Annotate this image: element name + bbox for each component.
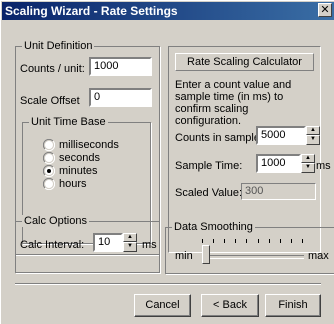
- counts-in-sample-spinner[interactable]: ▲ ▼: [306, 126, 320, 145]
- radio-milliseconds-label[interactable]: milliseconds: [59, 139, 119, 151]
- calc-interval-label: Calc Interval:: [20, 239, 85, 251]
- unit-time-base-legend: Unit Time Base: [29, 116, 108, 128]
- calc-interval-input[interactable]: 10: [93, 233, 123, 252]
- scale-offset-input[interactable]: 0: [89, 88, 152, 107]
- slider-tick: [224, 239, 225, 243]
- sample-time-input[interactable]: 1000: [256, 154, 301, 173]
- radio-hours-label[interactable]: hours: [59, 178, 87, 190]
- scaled-value: 300: [245, 185, 264, 197]
- counts-per-unit-input[interactable]: 1000: [89, 57, 152, 76]
- calculator-description: Enter a count value and sample time (in …: [175, 79, 292, 127]
- counts-in-sample-input[interactable]: 5000: [256, 126, 306, 145]
- radio-seconds-icon[interactable]: [42, 151, 56, 165]
- sample-time-label: Sample Time:: [175, 160, 243, 172]
- scale-offset-label: Scale Offset: [20, 95, 80, 107]
- slider-tick: [291, 239, 292, 243]
- unit-definition-legend: Unit Definition: [22, 40, 95, 52]
- radio-hours-icon[interactable]: [42, 177, 56, 191]
- spin-up-icon[interactable]: ▲: [306, 126, 320, 135]
- smoothing-min-label: min: [175, 250, 193, 262]
- radio-seconds-label[interactable]: seconds: [59, 152, 100, 164]
- slider-tick: [302, 239, 303, 243]
- slider-tick: [213, 239, 214, 243]
- slider-tick: [258, 239, 259, 243]
- smoothing-slider-track[interactable]: [202, 255, 304, 259]
- smoothing-max-label: max: [308, 250, 329, 262]
- slider-tick: [202, 239, 203, 243]
- back-button[interactable]: < Back: [201, 294, 259, 317]
- spin-up-icon[interactable]: ▲: [301, 154, 315, 163]
- finish-button[interactable]: Finish: [265, 294, 321, 317]
- button-separator: [15, 283, 321, 285]
- slider-tick: [235, 239, 236, 243]
- scaled-value-output: 300: [241, 183, 316, 200]
- spin-down-icon[interactable]: ▼: [123, 242, 137, 252]
- radio-minutes-icon[interactable]: [42, 164, 56, 178]
- radio-milliseconds-icon[interactable]: [42, 138, 56, 152]
- cancel-button[interactable]: Cancel: [134, 294, 191, 317]
- calc-interval-spinner[interactable]: ▲ ▼: [123, 233, 137, 252]
- sample-time-spinner[interactable]: ▲ ▼: [301, 154, 315, 173]
- slider-tick: [246, 239, 247, 243]
- data-smoothing-group: Data Smoothing min max: [165, 221, 334, 274]
- scaling-wizard-window: Scaling Wizard - Rate Settings ✕ Unit De…: [0, 0, 334, 324]
- calc-options-legend: Calc Options: [22, 215, 89, 227]
- close-icon[interactable]: ✕: [318, 3, 332, 17]
- spin-down-icon[interactable]: ▼: [306, 135, 320, 145]
- sample-time-unit: ms: [316, 160, 331, 172]
- spin-up-icon[interactable]: ▲: [123, 233, 137, 242]
- spin-down-icon[interactable]: ▼: [301, 163, 315, 173]
- calculator-title: Rate Scaling Calculator: [175, 53, 314, 71]
- counts-in-sample-label: Counts in sample:: [175, 132, 264, 144]
- slider-tick: [280, 239, 281, 243]
- calc-options-group: Calc Options Calc Interval: 10 ▲ ▼ ms: [15, 215, 160, 273]
- slider-tick: [269, 239, 270, 243]
- data-smoothing-legend: Data Smoothing: [172, 221, 255, 233]
- radio-minutes-label[interactable]: minutes: [59, 165, 98, 177]
- window-title: Scaling Wizard - Rate Settings: [5, 4, 178, 18]
- title-bar: Scaling Wizard - Rate Settings ✕: [2, 2, 334, 20]
- smoothing-slider-thumb[interactable]: [202, 245, 210, 264]
- calc-interval-unit: ms: [142, 239, 157, 251]
- counts-per-unit-label: Counts / unit:: [20, 63, 85, 75]
- scaled-value-label: Scaled Value:: [175, 187, 243, 199]
- smoothing-tick-marks: [202, 239, 303, 245]
